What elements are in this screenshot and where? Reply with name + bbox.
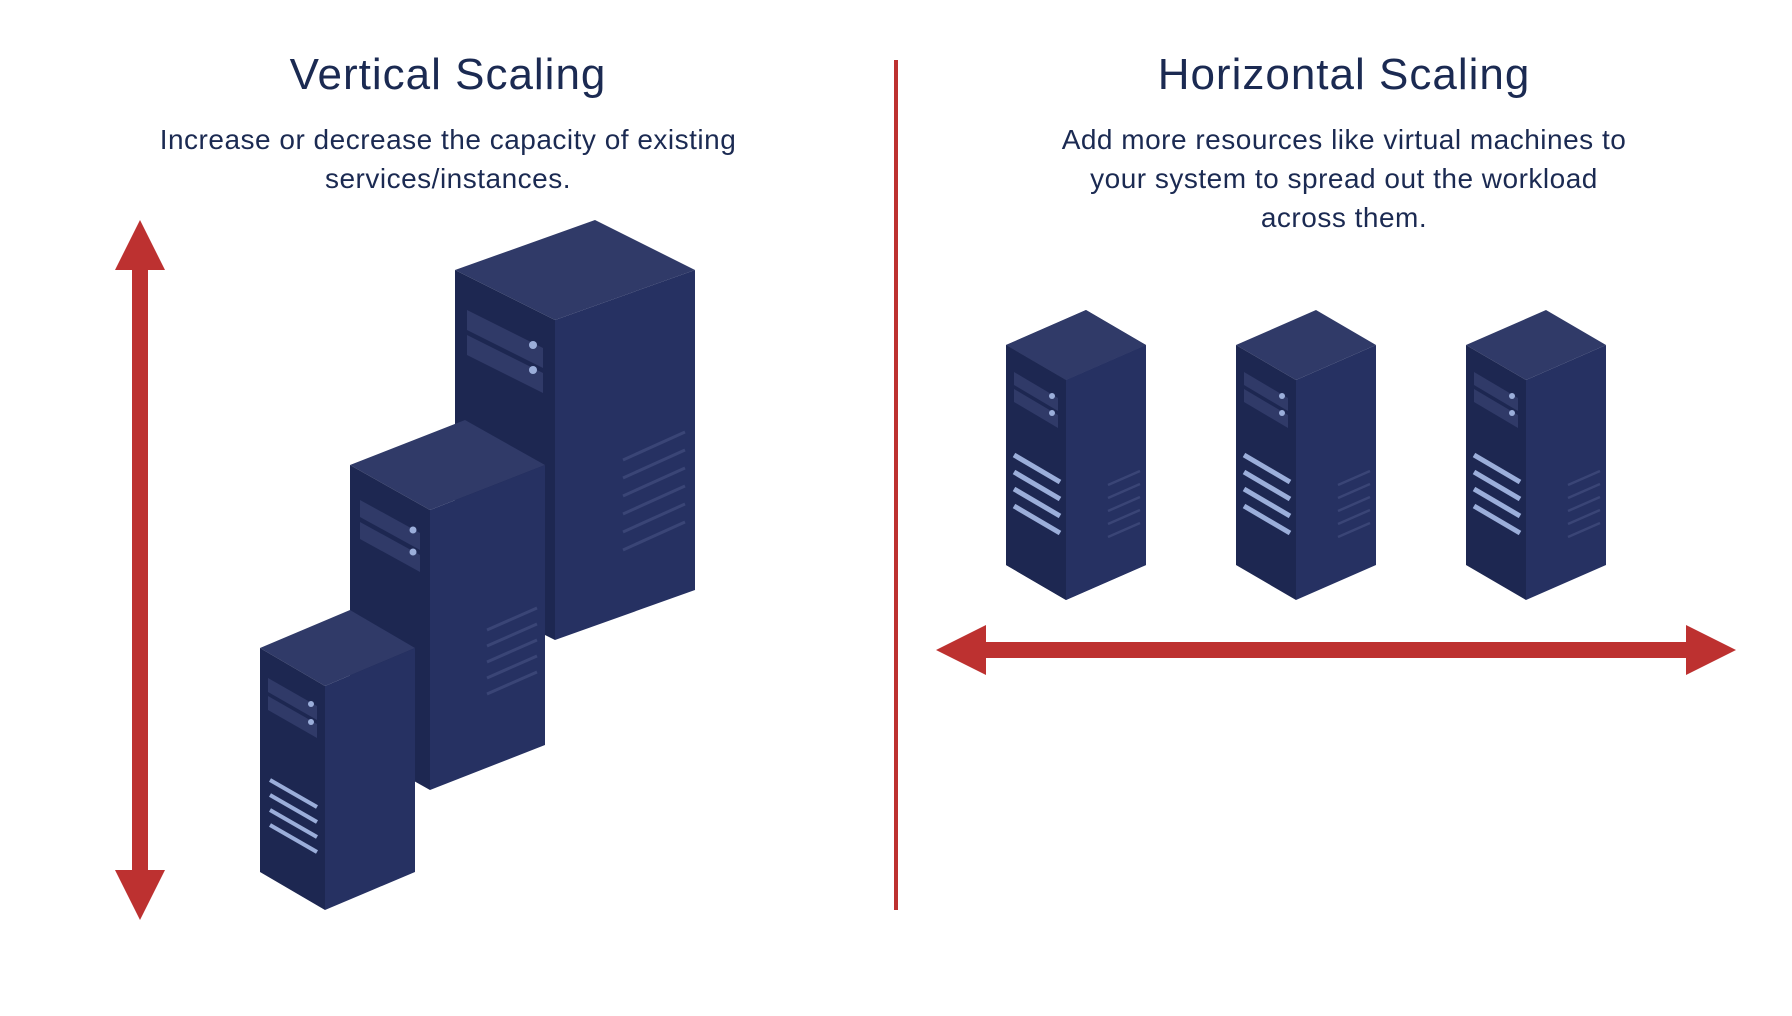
horizontal-servers-icon [946, 310, 1746, 630]
vertical-subtitle: Increase or decrease the capacity of exi… [148, 120, 748, 198]
center-divider [894, 60, 898, 910]
vertical-servers-icon [180, 220, 700, 920]
horizontal-title: Horizontal Scaling [1158, 50, 1531, 100]
vertical-arrow-icon [110, 220, 170, 920]
vertical-scaling-panel: Vertical Scaling Increase or decrease th… [0, 0, 896, 1016]
diagram-container: Vertical Scaling Increase or decrease th… [0, 0, 1792, 1016]
vertical-title: Vertical Scaling [290, 50, 607, 100]
horizontal-scaling-panel: Horizontal Scaling Add more resources li… [896, 0, 1792, 1016]
horizontal-arrow-icon [936, 620, 1736, 680]
horizontal-subtitle: Add more resources like virtual machines… [1044, 120, 1644, 238]
